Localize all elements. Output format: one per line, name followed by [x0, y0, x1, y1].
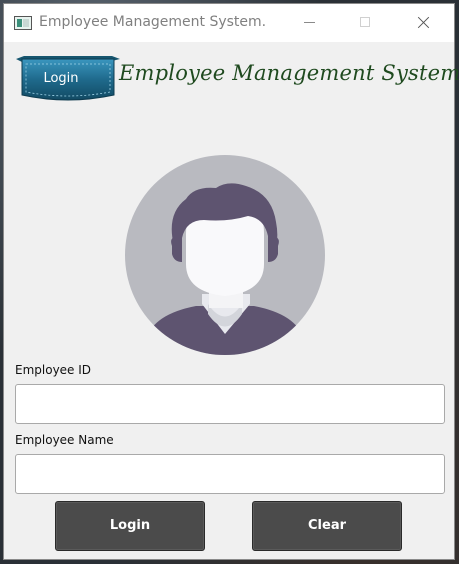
user-avatar-icon — [124, 154, 326, 356]
login-button[interactable]: Login — [55, 501, 205, 551]
close-button[interactable] — [399, 4, 445, 42]
employee-id-input[interactable] — [15, 384, 445, 424]
window-title: Employee Management System. — [39, 14, 267, 30]
clear-button[interactable]: Clear — [252, 501, 402, 551]
employee-name-label: Employee Name — [15, 433, 114, 447]
minimize-button[interactable] — [286, 4, 332, 42]
login-badge: Login — [16, 55, 120, 103]
maximize-button[interactable] — [342, 4, 388, 42]
badge-label: Login — [43, 71, 79, 86]
header-title: Employee Management System — [119, 61, 459, 85]
app-window: Employee Management System. Login Employ… — [3, 3, 459, 560]
employee-id-label: Employee ID — [15, 363, 92, 377]
employee-name-input[interactable] — [15, 454, 445, 494]
title-bar[interactable]: Employee Management System. — [4, 4, 454, 42]
app-window-icon — [14, 16, 32, 30]
